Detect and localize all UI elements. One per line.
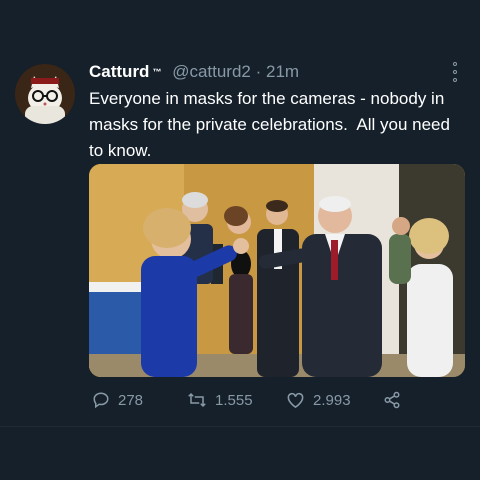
tweet-text: Everyone in masks for the cameras - nobo… [89, 89, 455, 160]
like-button[interactable]: 2.993 [286, 387, 351, 413]
like-icon [287, 392, 304, 409]
author-name[interactable]: Catturd [89, 62, 149, 81]
photo-image [89, 164, 465, 377]
share-icon [384, 391, 400, 409]
tweet[interactable]: Catturd ™ @catturd2 · 21m Everyone in mas… [0, 0, 480, 480]
separator: · [255, 62, 262, 81]
reply-button[interactable]: 278 [92, 387, 143, 413]
tweet-actions: 278 1.555 2.993 [89, 387, 419, 413]
avatar[interactable] [15, 64, 75, 124]
share-button[interactable] [383, 387, 409, 413]
author-badge: ™ [152, 67, 162, 77]
tweet-time[interactable]: 21m [266, 62, 299, 81]
more-icon[interactable] [450, 62, 460, 82]
tweet-photo[interactable] [89, 164, 465, 377]
retweet-button[interactable]: 1.555 [187, 387, 253, 413]
reply-icon [93, 392, 109, 409]
divider [0, 426, 480, 427]
author-handle[interactable]: @catturd2 [172, 62, 251, 81]
like-count: 2.993 [313, 391, 351, 409]
retweet-icon [188, 392, 206, 408]
cat-avatar-icon [15, 64, 75, 124]
retweet-count: 1.555 [215, 391, 253, 409]
reply-count: 278 [118, 391, 144, 409]
tweet-header: Catturd ™ @catturd2 · 21m [89, 61, 450, 83]
